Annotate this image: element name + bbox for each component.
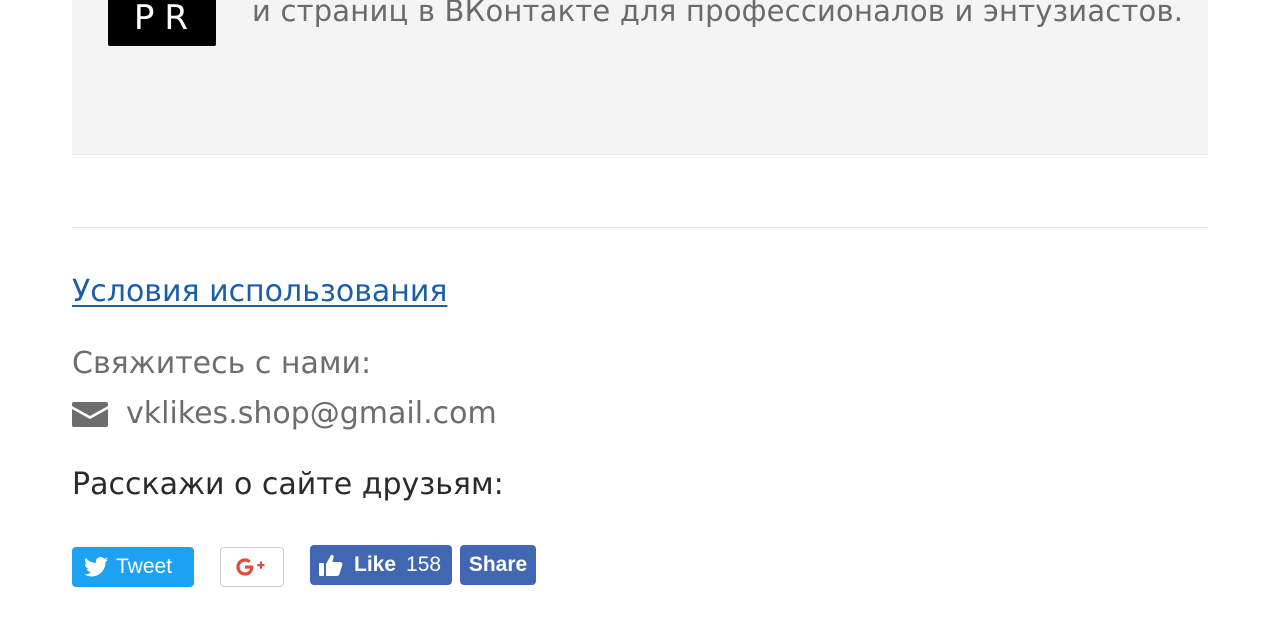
- tweet-button[interactable]: Tweet: [72, 547, 194, 587]
- info-block: PR и страниц в ВКонтакте для профессиона…: [72, 0, 1208, 155]
- facebook-share-button[interactable]: Share: [460, 545, 536, 585]
- share-button-label: Share: [468, 553, 528, 576]
- twitter-bird-icon: [84, 557, 108, 577]
- google-plus-button[interactable]: [220, 547, 284, 587]
- logo: PR: [108, 0, 216, 46]
- page: PR и страниц в ВКонтакте для профессиона…: [0, 0, 1280, 628]
- email-address[interactable]: vklikes.shop@gmail.com: [126, 396, 497, 431]
- facebook-like-button[interactable]: Like 158: [310, 545, 452, 585]
- contact-label: Свяжитесь с нами:: [72, 346, 372, 381]
- like-count: 158: [406, 553, 442, 576]
- email-row: vklikes.shop@gmail.com: [72, 396, 497, 431]
- terms-link[interactable]: Условия использования: [72, 274, 447, 309]
- google-plus-icon: [236, 558, 265, 576]
- tweet-label: Tweet: [116, 555, 173, 578]
- thumbs-up-icon: [319, 554, 343, 576]
- info-text: и страниц в ВКонтакте для профессионалов…: [252, 0, 1184, 28]
- share-label: Расскажи о сайте друзьям:: [72, 467, 504, 502]
- like-label: Like: [354, 553, 397, 576]
- divider: [72, 227, 1208, 228]
- envelope-icon: [72, 400, 108, 428]
